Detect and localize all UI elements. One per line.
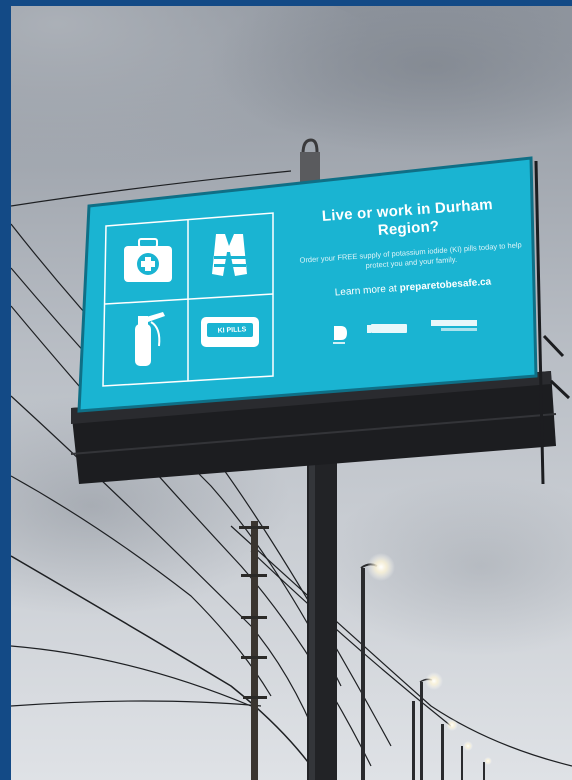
billboard-photo bbox=[11, 6, 572, 780]
municipality-logo bbox=[367, 324, 407, 333]
photo-frame: Live or work in Durham Region? Order you… bbox=[0, 0, 572, 780]
photo-scene: Live or work in Durham Region? Order you… bbox=[11, 6, 572, 780]
